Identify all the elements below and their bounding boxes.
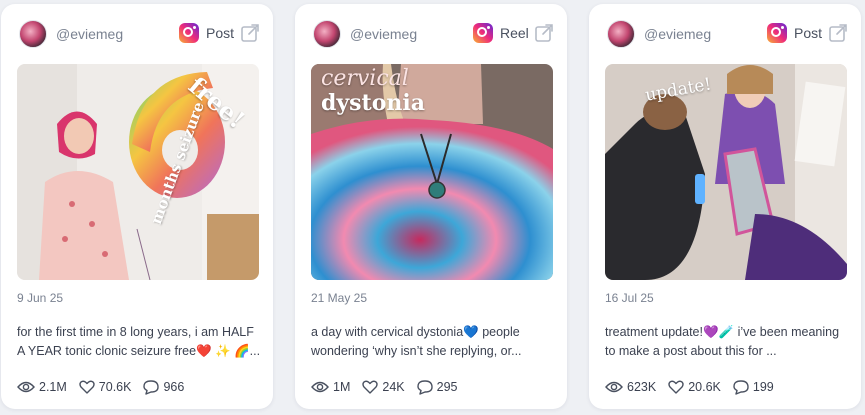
comment-icon [143, 379, 160, 395]
views-count: 2.1M [39, 380, 67, 394]
eye-icon [311, 381, 329, 393]
external-link-icon[interactable] [239, 22, 261, 44]
comments-stat: 295 [416, 379, 458, 395]
username-handle[interactable]: @eviemeg [644, 26, 711, 42]
post-caption: a day with cervical dystonia💙 people won… [311, 325, 522, 358]
comments-count: 966 [163, 380, 185, 394]
comments-count: 295 [436, 380, 458, 394]
likes-stat: 24K [362, 380, 405, 394]
likes-count: 70.6K [98, 380, 132, 394]
eye-icon [17, 381, 35, 393]
overlay-text-cervical: cervical [321, 66, 409, 91]
views-count: 1M [333, 380, 351, 394]
post-type-label: Post [794, 25, 823, 41]
views-count: 623K [627, 380, 657, 394]
card-header: @eviemeg Post [589, 18, 861, 50]
external-link-icon[interactable] [533, 22, 555, 44]
reel-thumbnail[interactable]: cervical dystonia [311, 64, 553, 280]
card-header: @eviemeg Reel [295, 18, 567, 50]
post-thumbnail[interactable]: free! months seizure [17, 64, 259, 280]
instagram-icon [179, 23, 199, 43]
views-stat: 623K [605, 380, 656, 394]
post-type-label: Post [206, 25, 235, 41]
post-card[interactable]: @eviemeg Post update! 16 Jul 25 treatmen… [589, 4, 861, 409]
post-type-label: Reel [500, 25, 529, 41]
likes-count: 20.6K [688, 380, 721, 394]
likes-stat: 20.6K [668, 380, 721, 394]
comments-stat: 966 [143, 379, 185, 395]
views-stat: 2.1M [17, 380, 67, 394]
likes-count: 24K [382, 380, 405, 394]
comments-count: 199 [752, 380, 774, 394]
comment-icon [416, 379, 433, 395]
avatar[interactable] [607, 20, 635, 48]
post-card[interactable]: @eviemeg Post free! months seizure 9 Jun… [1, 4, 273, 409]
avatar[interactable] [19, 20, 47, 48]
engagement-stats: 623K 20.6K 199 [605, 377, 786, 397]
card-header: @eviemeg Post [1, 18, 273, 50]
heart-icon [362, 380, 379, 394]
engagement-stats: 1M 24K 295 [311, 377, 469, 397]
instagram-icon [473, 23, 493, 43]
post-date: 16 Jul 25 [605, 291, 654, 305]
heart-icon [79, 380, 95, 394]
comments-stat: 199 [733, 379, 774, 395]
post-card[interactable]: @eviemeg Reel cervical dystonia 21 May 2… [295, 4, 567, 409]
eye-icon [605, 381, 623, 393]
heart-icon [668, 380, 684, 394]
post-date: 9 Jun 25 [17, 291, 64, 305]
instagram-icon [767, 23, 787, 43]
comment-icon [733, 379, 749, 395]
post-caption: treatment update!💜🧪 i’ve been meaning to… [605, 325, 840, 358]
overlay-text-dystonia: dystonia [321, 90, 425, 116]
external-link-icon[interactable] [827, 22, 849, 44]
engagement-stats: 2.1M 70.6K 966 [17, 377, 196, 397]
post-thumbnail[interactable]: update! [605, 64, 847, 280]
likes-stat: 70.6K [79, 380, 132, 394]
views-stat: 1M [311, 380, 350, 394]
post-date: 21 May 25 [311, 291, 368, 305]
post-caption: for the first time in 8 long years, i am… [17, 325, 261, 358]
avatar[interactable] [313, 20, 341, 48]
username-handle[interactable]: @eviemeg [56, 26, 123, 42]
username-handle[interactable]: @eviemeg [350, 26, 417, 42]
